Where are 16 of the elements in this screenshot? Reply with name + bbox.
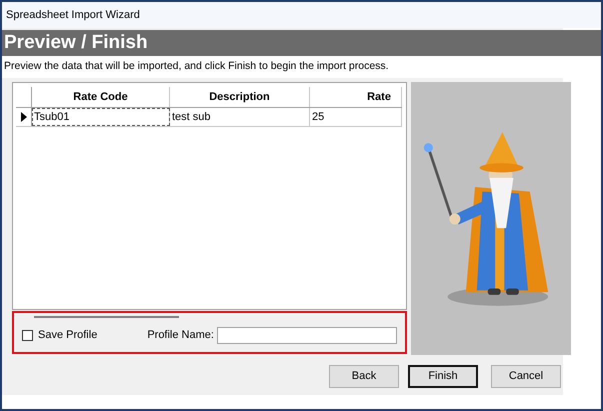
column-header[interactable]: Rate — [310, 87, 402, 107]
instructions-text: Preview the data that will be imported, and click Finish to begin the import process. — [4, 59, 389, 74]
cancel-button[interactable]: Cancel — [491, 365, 561, 388]
window-title: Spreadsheet Import Wizard — [6, 8, 140, 23]
table-cell: Tsub01 — [32, 108, 170, 126]
table-cell: 25 — [310, 108, 402, 126]
table-cell: test sub — [170, 108, 310, 126]
back-button[interactable]: Back — [329, 365, 399, 388]
profile-name-field[interactable] — [216, 327, 397, 344]
profile-name-label: Profile Name: — [147, 328, 214, 344]
page-heading: Preview / Finish — [4, 30, 148, 55]
column-header[interactable]: Description — [170, 87, 310, 107]
current-row-icon — [20, 112, 26, 122]
column-header[interactable]: Rate Code — [32, 87, 170, 107]
finish-button[interactable]: Finish — [408, 365, 478, 388]
save-profile-checkbox[interactable]: Save Profile — [22, 327, 98, 344]
